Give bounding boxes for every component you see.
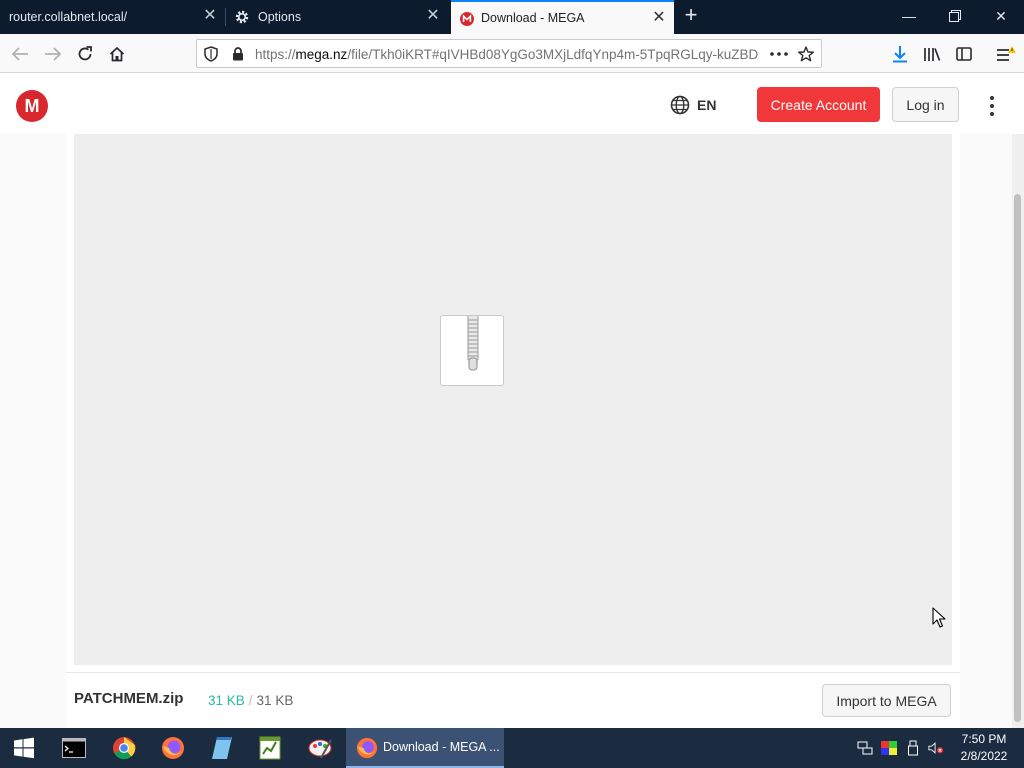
forward-arrow-icon [45, 47, 62, 61]
url-text[interactable]: https://mega.nz/file/Tkh0iKRT#qIVHBd08Yg… [255, 47, 760, 62]
login-button[interactable]: Log in [892, 87, 959, 122]
notepad-icon[interactable] [208, 734, 236, 762]
firefox-icon[interactable] [159, 734, 187, 762]
home-icon [109, 46, 125, 62]
menu-button[interactable] [994, 42, 1018, 66]
shield-icon[interactable] [203, 46, 219, 62]
language-label: EN [697, 97, 717, 113]
url-bar[interactable]: https://mega.nz/file/Tkh0iKRT#qIVHBd08Yg… [196, 39, 822, 68]
downloads-button[interactable] [888, 42, 912, 66]
gear-icon [235, 10, 249, 24]
tab-strip: router.collabnet.local/ ✕ Options ✕ Down… [0, 0, 1024, 34]
url-prefix: https:// [255, 47, 296, 62]
usb-device-icon[interactable] [905, 740, 921, 756]
page-actions-icon[interactable] [769, 46, 789, 62]
system-clock[interactable]: 7:50 PM 2/8/2022 [952, 731, 1016, 765]
lock-icon[interactable] [230, 46, 246, 62]
tab-router[interactable]: router.collabnet.local/ ✕ [0, 0, 225, 34]
reload-button[interactable] [73, 42, 97, 66]
windows-start-icon[interactable] [10, 734, 38, 762]
file-name: PATCHMEM.zip [74, 690, 184, 707]
download-arrow-icon [893, 46, 907, 63]
downloaded-size: 31 KB [208, 693, 245, 708]
more-options-icon[interactable] [985, 96, 999, 116]
chrome-icon[interactable] [110, 734, 138, 762]
taskbar-task-firefox[interactable]: Download - MEGA ... [346, 728, 504, 768]
paint-icon[interactable] [306, 734, 334, 762]
spreadsheet-icon[interactable] [256, 734, 284, 762]
terminal-icon[interactable] [60, 734, 88, 762]
zip-file-icon [440, 315, 504, 386]
back-button[interactable] [8, 42, 32, 66]
tab-label: router.collabnet.local/ [9, 10, 128, 24]
back-arrow-icon [11, 47, 28, 61]
language-selector[interactable]: EN [670, 95, 716, 115]
taskbar-task-label: Download - MEGA ... [383, 740, 500, 754]
tab-download-mega[interactable]: Download - MEGA ✕ [451, 0, 674, 34]
scrollbar[interactable] [1012, 134, 1024, 728]
file-info-bar: PATCHMEM.zip 31 KB/31 KB Import to MEGA [66, 672, 960, 728]
hamburger-menu-icon [997, 46, 1016, 61]
tab-label: Options [258, 10, 302, 24]
minimize-icon[interactable]: — [898, 6, 920, 28]
tab-label: Download - MEGA [481, 11, 585, 25]
file-size: 31 KB/31 KB [208, 693, 293, 708]
home-button[interactable] [105, 42, 129, 66]
size-separator: / [248, 693, 253, 708]
reload-icon [78, 46, 92, 61]
close-icon[interactable]: ✕ [652, 10, 666, 26]
url-path: /file/Tkh0iKRT#qIVHBd08YgGo3MXjLdfqYnp4m… [347, 47, 759, 62]
globe-icon [670, 95, 690, 115]
sidebar-icon [956, 47, 972, 61]
restore-icon[interactable] [944, 6, 966, 28]
create-account-button[interactable]: Create Account [757, 87, 880, 122]
navigation-toolbar: https://mega.nz/file/Tkh0iKRT#qIVHBd08Yg… [0, 34, 1024, 73]
forward-button[interactable] [41, 42, 65, 66]
total-size: 31 KB [256, 693, 294, 708]
close-icon[interactable]: ✕ [426, 8, 440, 24]
scrollbar-thumb[interactable] [1014, 194, 1021, 722]
file-preview-area [74, 134, 952, 665]
file-panel: PATCHMEM.zip 31 KB/31 KB Import to MEGA [66, 134, 960, 728]
clock-time: 7:50 PM [961, 732, 1007, 746]
bookmark-star-icon[interactable] [798, 46, 814, 62]
library-button[interactable] [920, 42, 944, 66]
network-icon[interactable] [857, 740, 873, 756]
mouse-cursor-icon [932, 607, 946, 628]
volume-muted-icon[interactable] [928, 740, 944, 756]
sidebar-button[interactable] [952, 42, 976, 66]
url-domain: mega.nz [295, 47, 348, 62]
firefox-icon [356, 737, 378, 759]
library-icon [924, 48, 941, 61]
clock-date: 2/8/2022 [960, 749, 1008, 763]
close-icon[interactable]: ✕ [203, 8, 217, 24]
new-tab-button[interactable]: + [680, 4, 702, 27]
mega-logo-icon [460, 12, 474, 26]
taskbar: Download - MEGA ... 7:50 PM 2/8/2022 [0, 728, 1024, 768]
page-content: PATCHMEM.zip 31 KB/31 KB Import to MEGA [0, 134, 1012, 728]
site-header: M EN Create Account Log in [0, 74, 1024, 134]
mega-logo[interactable]: M [16, 90, 48, 122]
color-display-icon[interactable] [881, 740, 897, 756]
import-to-mega-button[interactable]: Import to MEGA [822, 684, 951, 717]
tab-options[interactable]: Options ✕ [226, 0, 448, 34]
close-window-icon[interactable]: ✕ [990, 6, 1012, 28]
